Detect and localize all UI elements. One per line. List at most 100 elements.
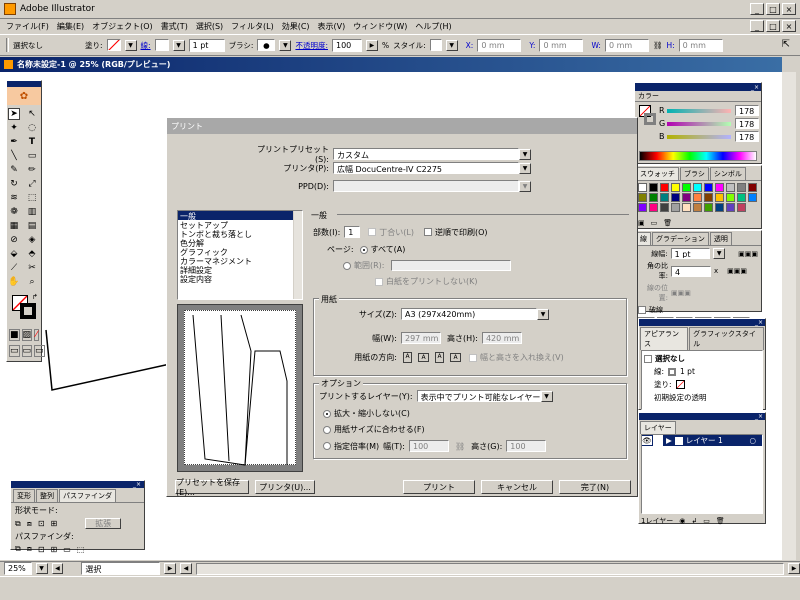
color-mode-icon[interactable]: ■	[9, 329, 20, 341]
custom-scale-radio[interactable]	[323, 442, 331, 450]
layer-expand-icon[interactable]: ▶	[666, 436, 672, 445]
no-scale-radio[interactable]	[323, 409, 331, 418]
style-swatch[interactable]	[429, 39, 442, 51]
scale-width-field[interactable]: 100	[408, 440, 449, 452]
color-fill-stroke-icon[interactable]	[639, 105, 657, 129]
swatch-18[interactable]	[715, 193, 724, 202]
color-r-field[interactable]: 178	[735, 105, 759, 116]
scissors-icon[interactable]: ✂	[26, 262, 38, 274]
cancel-button[interactable]: キャンセル	[481, 480, 553, 494]
portrait-flipped-icon[interactable]: A	[435, 352, 444, 363]
direct-selection-icon[interactable]: ↖	[26, 108, 38, 120]
swatch-28[interactable]	[704, 203, 713, 212]
live-paint-icon[interactable]: ⬙	[8, 248, 20, 260]
stroke-swatch[interactable]	[154, 39, 169, 51]
pen-tool-icon[interactable]: ✒	[8, 136, 20, 148]
color-g-slider[interactable]	[667, 121, 731, 126]
menu-file[interactable]: ファイル(F)	[6, 21, 49, 32]
reverse-checkbox[interactable]	[424, 228, 432, 236]
appearance-stroke-swatch[interactable]	[668, 367, 677, 376]
x-field[interactable]: 0 mm	[477, 38, 522, 52]
gradient-tool-icon[interactable]: ▤	[26, 220, 38, 232]
link-icon[interactable]: ⛓	[653, 41, 663, 50]
print-layers-dropdown-icon[interactable]: ▼	[540, 390, 553, 402]
paper-size-dropdown-icon[interactable]: ▼	[537, 308, 549, 320]
merge-icon[interactable]: ⊡	[38, 545, 45, 554]
lasso-icon[interactable]: ◌	[26, 122, 38, 134]
align-stroke-icons[interactable]: ▣▣▣	[671, 289, 691, 297]
close-icon[interactable]: ×	[782, 3, 796, 15]
tab-swatches[interactable]: スウォッチ	[636, 167, 679, 180]
pages-all-radio[interactable]	[359, 245, 368, 254]
tab-transform[interactable]: 変形	[13, 489, 35, 502]
swatch-6[interactable]	[704, 183, 713, 192]
status-menu-icon[interactable]: ▶	[164, 563, 177, 574]
slice-tool-icon[interactable]: ⟋	[8, 262, 20, 274]
cap-icons[interactable]: ▣▣▣	[738, 250, 758, 258]
swatch-22[interactable]	[638, 203, 647, 212]
y-label[interactable]: Y:	[529, 41, 535, 50]
stroke-weight-dropdown-icon[interactable]: ▼	[713, 248, 726, 259]
swatch-30[interactable]	[726, 203, 735, 212]
layer-lock-slot[interactable]	[653, 435, 663, 446]
layer-target-icon[interactable]: ○	[749, 436, 756, 445]
menu-type[interactable]: 書式(T)	[161, 21, 188, 32]
pencil-tool-icon[interactable]: ✏	[26, 164, 38, 176]
h-label[interactable]: H:	[667, 41, 675, 50]
appearance-fill-swatch[interactable]	[675, 380, 685, 389]
category-general[interactable]: 一般	[178, 211, 302, 221]
category-advanced[interactable]: 詳細設定	[178, 265, 302, 275]
miter-value[interactable]: 4	[671, 265, 711, 277]
swatch-5[interactable]	[693, 183, 702, 192]
fill-stroke-widget[interactable]: ↱	[9, 293, 39, 325]
portrait-icon[interactable]: A	[403, 352, 412, 363]
preset-dropdown-icon[interactable]: ▼	[519, 148, 531, 160]
new-swatch-icon[interactable]: ▭	[651, 219, 658, 227]
screen-mode-1-icon[interactable]: ▭	[9, 345, 20, 357]
swatch-1[interactable]	[649, 183, 658, 192]
swatch-25[interactable]	[671, 203, 680, 212]
fill-swatch[interactable]	[106, 39, 121, 51]
menu-window[interactable]: ウィンドウ(W)	[353, 21, 407, 32]
screen-mode-2-icon[interactable]: ▭	[21, 345, 33, 357]
minimize-icon[interactable]: _	[750, 3, 764, 15]
swatch-8[interactable]	[726, 183, 735, 192]
scale-height-field[interactable]: 100	[506, 440, 547, 452]
stroke-dropdown-icon[interactable]: ▼	[172, 39, 185, 51]
swatch-0[interactable]	[638, 183, 647, 192]
opacity-field[interactable]: 100	[331, 38, 362, 52]
rotate-tool-icon[interactable]: ↻	[8, 178, 20, 190]
scroll-right-icon[interactable]: ▶	[788, 563, 800, 574]
layer-row[interactable]: 👁 ▶ レイヤー 1 ○	[642, 435, 762, 446]
swatch-9[interactable]	[737, 183, 746, 192]
style-dropdown-icon[interactable]: ▼	[445, 39, 458, 51]
swap-fill-stroke-icon[interactable]: ↱	[32, 293, 38, 301]
swatch-14[interactable]	[671, 193, 680, 202]
swatch-17[interactable]	[704, 193, 713, 202]
pathfinder-minimize-icon[interactable]: _×	[133, 481, 141, 488]
hand-tool-icon[interactable]: ✋	[8, 276, 20, 288]
opacity-label[interactable]: 不透明度:	[295, 40, 328, 51]
tab-stroke[interactable]: 線	[636, 232, 651, 245]
brush-tool-icon[interactable]: ✎	[8, 164, 20, 176]
swatch-20[interactable]	[737, 193, 746, 202]
zoom-tool-icon[interactable]: ⌕	[26, 276, 38, 288]
ppd-select[interactable]	[333, 180, 519, 192]
fit-page-radio[interactable]	[323, 425, 331, 434]
transverse-checkbox[interactable]	[469, 353, 477, 362]
layer-visibility-icon[interactable]: 👁	[642, 436, 652, 445]
zoom-field[interactable]: 25%	[4, 562, 32, 575]
prev-artboard-icon[interactable]: ◀	[51, 563, 64, 574]
swatch-11[interactable]	[638, 193, 647, 202]
selection-tool-icon[interactable]: ➤	[8, 108, 20, 120]
new-layer-icon[interactable]: ▭	[703, 517, 710, 525]
crop-icon[interactable]: ⊞	[51, 545, 58, 554]
swatch-21[interactable]	[748, 193, 757, 202]
swatch-15[interactable]	[682, 193, 691, 202]
free-transform-icon[interactable]: ⬚	[26, 192, 38, 204]
tab-symbols[interactable]: シンボル	[709, 167, 746, 180]
delete-layer-icon[interactable]: 🗑	[716, 517, 725, 525]
category-color-management[interactable]: カラーマネジメント	[178, 256, 302, 266]
warp-tool-icon[interactable]: ≋	[8, 192, 20, 204]
brush-swatch[interactable]: ●	[257, 39, 276, 51]
